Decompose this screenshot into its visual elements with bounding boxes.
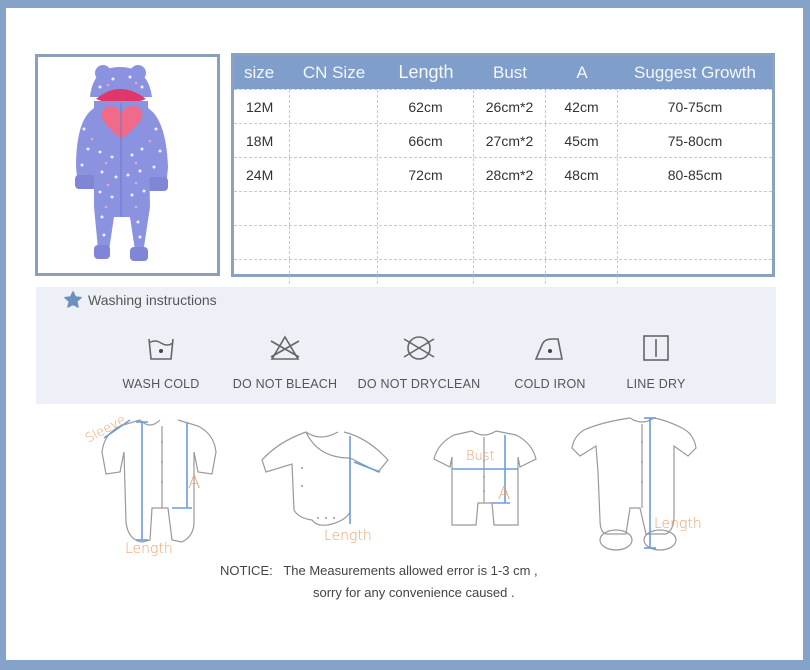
notice-line-1: NOTICE: The Measurements allowed error i… <box>220 563 538 578</box>
size-table: size CN Size Length Bust A Suggest Growt… <box>231 53 775 284</box>
wash-item-line-dry: LINE DRY <box>586 333 726 391</box>
diagram-bodysuit <box>261 431 389 526</box>
label-a-2: A <box>498 483 511 504</box>
cell-empty <box>378 192 474 225</box>
header-size: size <box>244 62 275 82</box>
label-a-1: A <box>188 472 201 493</box>
cell-a: 45cm <box>546 124 618 157</box>
cell-empty <box>546 260 618 284</box>
washing-title: Washing instructions <box>64 291 217 308</box>
table-row-empty <box>234 191 772 225</box>
cell-empty <box>378 226 474 259</box>
cell-empty <box>618 260 772 284</box>
cell-a: 48cm <box>546 158 618 191</box>
header-suggest-growth: Suggest Growth <box>634 62 756 82</box>
cell-empty <box>290 260 378 284</box>
cell-empty <box>234 226 290 259</box>
label-bust: Bust <box>466 449 495 464</box>
washing-instructions-panel: Washing instructions WASH COLD DO NOT BL… <box>36 287 776 404</box>
cell-empty <box>474 260 546 284</box>
cold-iron-icon <box>534 338 563 360</box>
header-cn-size: CN Size <box>302 62 366 82</box>
cell-empty <box>378 260 474 284</box>
wash-item-do-not-bleach: DO NOT BLEACH <box>215 333 355 391</box>
header-bust: Bust <box>492 62 528 82</box>
cell-a: 42cm <box>546 90 618 123</box>
cell-cn-size <box>290 90 378 123</box>
table-row: 12M 62cm 26cm*2 42cm 70-75cm <box>234 89 772 123</box>
cell-bust: 28cm*2 <box>474 158 546 191</box>
cell-empty <box>474 226 546 259</box>
label-length-3: Length <box>654 516 702 532</box>
wash-item-do-not-dryclean: DO NOT DRYCLEAN <box>349 333 489 391</box>
wash-cold-icon <box>148 338 174 360</box>
diagram-short-sleeve-romper <box>433 430 537 526</box>
wash-label: LINE DRY <box>626 377 686 391</box>
cell-length: 62cm <box>378 90 474 123</box>
label-length-2: Length <box>324 528 372 544</box>
notice-line-2: sorry for any convenience caused . <box>313 585 515 600</box>
header-a: A <box>576 62 588 82</box>
cell-cn-size <box>290 158 378 191</box>
table-row: 24M 72cm 28cm*2 48cm 80-85cm <box>234 157 772 191</box>
cell-size: 12M <box>234 90 290 123</box>
cell-empty <box>474 192 546 225</box>
wash-label: DO NOT BLEACH <box>232 377 338 391</box>
cell-size: 18M <box>234 124 290 157</box>
table-header: size CN Size Length Bust A Suggest Growt… <box>234 56 772 89</box>
cell-bust: 26cm*2 <box>474 90 546 123</box>
romper-image <box>75 65 168 261</box>
cell-empty <box>290 192 378 225</box>
star-icon <box>64 291 82 308</box>
wash-label: DO NOT DRYCLEAN <box>357 377 481 391</box>
cell-empty <box>546 226 618 259</box>
cell-length: 66cm <box>378 124 474 157</box>
cell-cn-size <box>290 124 378 157</box>
cell-bust: 27cm*2 <box>474 124 546 157</box>
label-length-1: Length <box>125 541 173 557</box>
header-length: Length <box>398 62 454 82</box>
diagram-footed-sleeper <box>571 417 697 551</box>
cell-size: 24M <box>234 158 290 191</box>
cell-growth: 80-85cm <box>667 166 723 183</box>
cell-growth: 75-80cm <box>667 132 723 149</box>
cell-length: 72cm <box>378 158 474 191</box>
wash-label: WASH COLD <box>122 377 200 391</box>
do-not-bleach-icon <box>270 335 300 360</box>
cell-empty <box>546 192 618 225</box>
washing-title-text: Washing instructions <box>88 291 217 308</box>
cell-empty <box>234 192 290 225</box>
line-dry-icon <box>643 335 669 361</box>
cell-empty <box>290 226 378 259</box>
cell-empty <box>618 192 772 225</box>
product-photo <box>35 54 220 276</box>
measurement-notice: NOTICE: The Measurements allowed error i… <box>220 560 538 604</box>
table-row: 18M 66cm 27cm*2 45cm 75-80cm <box>234 123 772 157</box>
cell-empty <box>618 226 772 259</box>
table-row-empty <box>234 225 772 259</box>
wash-item-wash-cold: WASH COLD <box>91 333 231 391</box>
do-not-dryclean-icon <box>403 336 435 360</box>
cell-growth: 70-75cm <box>667 98 723 115</box>
table-row-empty <box>234 259 772 284</box>
cell-empty <box>234 260 290 284</box>
